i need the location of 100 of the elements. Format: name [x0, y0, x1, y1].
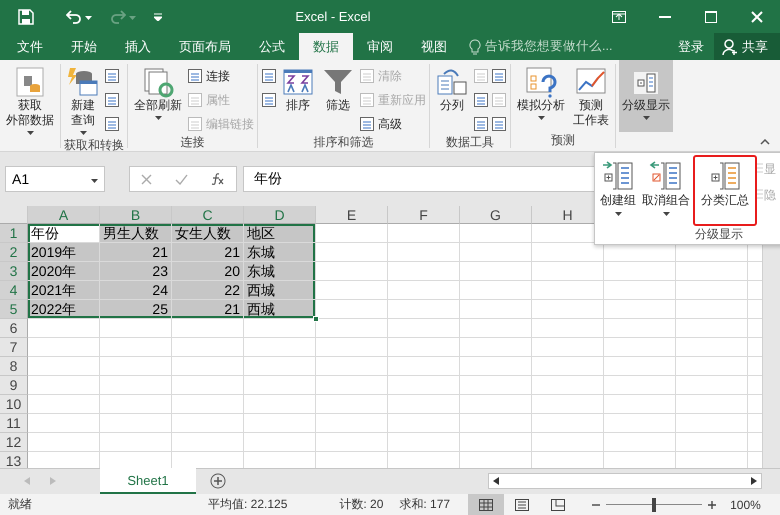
ribbon-button[interactable]: 排序 — [279, 64, 317, 134]
table-cell: 24 — [100, 281, 172, 300]
row-header[interactable]: 2 — [0, 243, 28, 262]
table-cell: 2019年 — [28, 243, 100, 262]
table-cell: 25 — [100, 300, 172, 319]
ribbon-button[interactable]: 全部刷新 — [131, 64, 185, 134]
ribbon-button[interactable]: 模拟分析 — [514, 64, 568, 132]
table-cell: 地区 — [244, 224, 316, 243]
ribbon-tab[interactable]: 视图 — [407, 33, 461, 60]
collapse-ribbon-icon[interactable] — [760, 139, 770, 145]
query-table-icon — [67, 66, 99, 98]
customize-icon[interactable] — [154, 12, 162, 20]
row-header[interactable]: 7 — [0, 338, 28, 357]
ribbon-button[interactable]: 高级 — [359, 114, 426, 134]
column-header[interactable]: G — [460, 206, 532, 224]
tool-icon[interactable] — [491, 68, 507, 84]
group-label: 获取和转换 — [64, 137, 124, 153]
tool-icon[interactable] — [491, 116, 507, 132]
check-icon[interactable] — [174, 174, 188, 184]
table-cell: 22 — [172, 281, 244, 300]
what-if-grid-icon — [525, 66, 557, 98]
ribbon-tab[interactable]: 审阅 — [353, 33, 407, 60]
group-label: 分级显示 — [694, 226, 744, 243]
table-cell: 东城 — [244, 262, 316, 281]
share-button[interactable]: 共享 — [714, 33, 780, 60]
column-header[interactable]: C — [172, 206, 244, 224]
caret-icon — [85, 16, 92, 20]
row-header[interactable]: 8 — [0, 357, 28, 376]
group-label: 连接 — [180, 134, 206, 150]
database-icon — [14, 66, 46, 98]
column-header[interactable]: E — [316, 206, 388, 224]
row-header[interactable]: 4 — [0, 281, 28, 300]
save-icon[interactable] — [18, 8, 34, 24]
row-header[interactable]: 12 — [0, 433, 28, 452]
table-cell: 21 — [172, 243, 244, 262]
ribbon-tab[interactable]: 数据 — [299, 33, 353, 60]
scroll-left-icon[interactable] — [493, 477, 499, 485]
column-header[interactable]: F — [388, 206, 460, 224]
column-header[interactable]: A — [28, 206, 100, 224]
table-cell: 东城 — [244, 243, 316, 262]
page-layout-icon — [515, 498, 530, 510]
row-header[interactable]: 6 — [0, 319, 28, 338]
ribbon-display-icon[interactable] — [612, 10, 626, 22]
tool-icon[interactable] — [359, 116, 375, 132]
row-header[interactable]: 1 — [0, 224, 28, 243]
group-rows-icon — [601, 160, 635, 192]
row-header[interactable]: 11 — [0, 414, 28, 433]
tool-icon[interactable] — [104, 92, 120, 108]
ribbon-tab[interactable]: 公式 — [245, 33, 299, 60]
tell-me-field[interactable]: 告诉我您想要做什么... — [485, 38, 612, 55]
person-plus-icon — [722, 38, 738, 56]
ribbon-button[interactable]: 筛选 — [319, 64, 357, 134]
tool-icon[interactable] — [104, 68, 120, 84]
maximize-icon[interactable] — [705, 10, 717, 22]
sheet-tab[interactable]: Sheet1 — [100, 468, 196, 494]
tool-icon[interactable] — [187, 68, 203, 84]
grid-view-icon — [479, 498, 494, 510]
average-text: 平均值: 22.125 — [208, 496, 288, 513]
ribbon-button[interactable]: 分列 — [433, 64, 471, 134]
ribbon-tab[interactable]: 文件 — [3, 33, 57, 60]
scroll-right-icon[interactable] — [751, 477, 757, 485]
undo-icon[interactable] — [66, 10, 82, 24]
horizontal-scrollbar[interactable] — [488, 473, 762, 489]
row-header[interactable]: 10 — [0, 395, 28, 414]
tool-icon[interactable] — [104, 116, 120, 132]
ribbon-button[interactable]: 预测 工作表 — [570, 64, 612, 132]
ribbon-tab[interactable]: 页面布局 — [165, 33, 245, 60]
row-header[interactable]: 5 — [0, 300, 28, 319]
tool-icon[interactable] — [473, 92, 489, 108]
status-text: 就绪 — [8, 496, 32, 513]
row-header[interactable]: 9 — [0, 376, 28, 395]
zoom-thumb[interactable] — [652, 498, 656, 512]
tool-icon[interactable] — [473, 116, 489, 132]
name-box[interactable]: A1 — [5, 166, 105, 192]
close-icon[interactable] — [751, 10, 763, 22]
column-header[interactable]: D — [244, 206, 316, 224]
view-button[interactable] — [468, 494, 504, 515]
ribbon-tab[interactable]: 开始 — [57, 33, 111, 60]
table-cell: 2022年 — [28, 300, 100, 319]
function-icon[interactable] — [210, 173, 225, 185]
table-cell: 女生人数 — [172, 224, 244, 243]
row-header[interactable]: 3 — [0, 262, 28, 281]
sign-in-link[interactable]: 登录 — [668, 33, 714, 60]
table-cell: 20 — [172, 262, 244, 281]
outline-button[interactable]: 分类汇总 — [693, 155, 757, 226]
tool-icon[interactable] — [261, 92, 277, 108]
zoom-in-icon[interactable] — [708, 500, 716, 508]
caret-icon — [129, 16, 136, 20]
ribbon-button[interactable]: 获取 外部数据 — [3, 64, 57, 137]
fill-handle[interactable] — [313, 316, 319, 322]
ribbon-tab[interactable]: 插入 — [111, 33, 165, 60]
column-header[interactable]: B — [100, 206, 172, 224]
ribbon-button[interactable]: 分级显示 — [619, 60, 673, 132]
table-cell: 23 — [100, 262, 172, 281]
minimize-icon[interactable] — [659, 16, 671, 18]
ribbon-button[interactable]: 连接 — [187, 66, 254, 86]
zoom-level: 100% — [730, 498, 761, 512]
tool-icon[interactable] — [261, 68, 277, 84]
ribbon-button[interactable]: 新建 查询 — [64, 64, 102, 137]
add-sheet-icon[interactable] — [210, 473, 226, 489]
